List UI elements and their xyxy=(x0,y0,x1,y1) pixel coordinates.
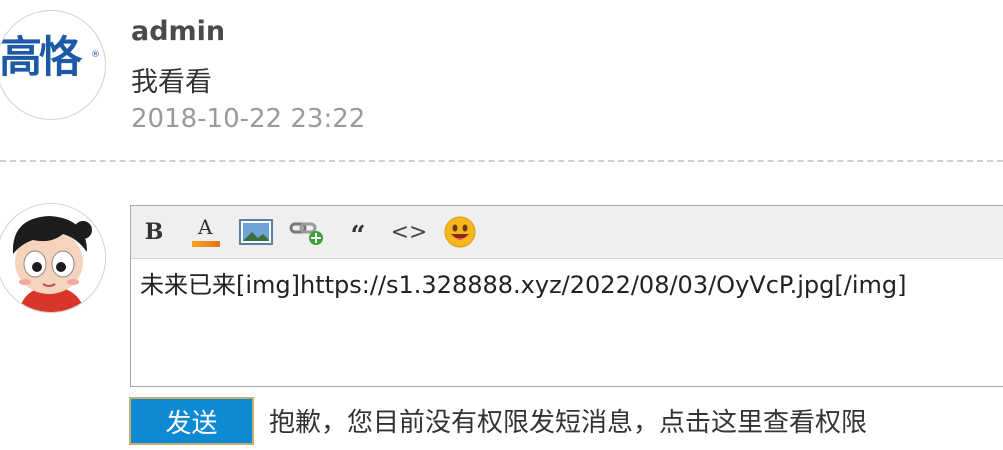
font-color-icon: A xyxy=(190,217,220,247)
send-button[interactable]: 发送 xyxy=(129,397,254,445)
comment-username[interactable]: admin xyxy=(131,16,225,47)
image-icon xyxy=(239,219,273,245)
insert-link-button[interactable] xyxy=(287,212,327,252)
code-button[interactable]: <> xyxy=(389,212,429,252)
bold-icon: B xyxy=(144,219,164,245)
insert-image-button[interactable] xyxy=(236,212,276,252)
permission-notice: 抱歉，您目前没有权限发短消息，点击这里查看权限 xyxy=(269,402,867,439)
smiley-icon xyxy=(444,216,476,248)
cartoon-face-icon xyxy=(0,204,105,312)
view-permissions-link[interactable]: 点击这里查看权限 xyxy=(659,408,867,438)
editor-toolbar: B A “ <> xyxy=(131,206,1003,259)
code-icon: <> xyxy=(390,219,428,245)
comment-text: 我看看 xyxy=(131,67,212,98)
notice-text: 抱歉，您目前没有权限发短消息， xyxy=(269,408,660,438)
quote-button[interactable]: “ xyxy=(338,212,378,252)
divider xyxy=(0,160,1003,162)
font-color-button[interactable]: A xyxy=(185,212,225,252)
link-add-icon xyxy=(289,222,323,245)
current-user-avatar[interactable] xyxy=(0,203,106,313)
comment-timestamp: 2018-10-22 23:22 xyxy=(131,104,366,134)
message-editor[interactable]: B A “ <> 未来已来[img]https://s1.328888.xyz/… xyxy=(130,205,1003,387)
commenter-avatar[interactable]: 高恪 ® xyxy=(0,10,106,120)
emoji-button[interactable] xyxy=(440,212,480,252)
quote-icon: “ xyxy=(350,221,366,251)
editor-content[interactable]: 未来已来[img]https://s1.328888.xyz/2022/08/0… xyxy=(131,259,1003,300)
bold-button[interactable]: B xyxy=(134,212,174,252)
registered-mark: ® xyxy=(91,50,100,60)
gaoke-logo: 高恪 xyxy=(0,33,82,83)
